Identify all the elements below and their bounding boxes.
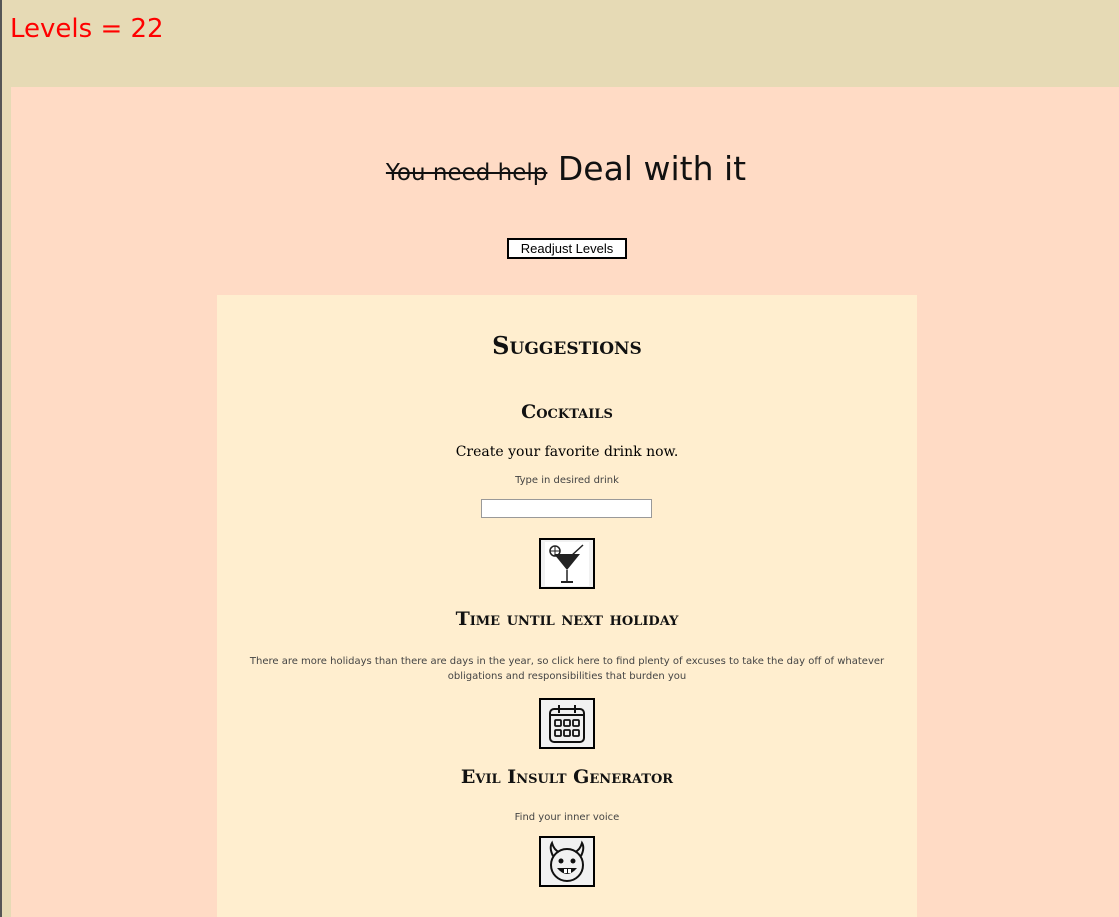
drink-input-label: Type in desired drink [515, 475, 619, 486]
insult-description: Find your inner voice [514, 812, 620, 823]
cocktail-button[interactable] [539, 538, 595, 589]
insult-button[interactable] [539, 836, 595, 887]
readjust-levels-button[interactable]: Readjust Levels [507, 238, 627, 259]
holiday-description[interactable]: There are more holidays than there are d… [237, 654, 897, 684]
insult-title: Evil Insult Generator [460, 766, 674, 788]
cocktail-icon [545, 541, 589, 586]
calendar-icon [549, 704, 585, 743]
devil-face-icon [549, 840, 585, 882]
headline: You need help Deal with it [11, 149, 1119, 188]
drink-input[interactable] [481, 499, 652, 518]
holiday-button[interactable] [539, 698, 595, 749]
levels-display: Levels = 22 [10, 14, 164, 44]
cocktails-title: Cocktails [521, 401, 613, 423]
holiday-title: Time until next holiday [455, 608, 679, 630]
cocktails-subtitle: Create your favorite drink now. [455, 444, 679, 460]
headline-struck-text: You need help [385, 160, 548, 186]
suggestions-panel: Suggestions Cocktails Create your favori… [217, 295, 917, 917]
headline-main-text: Deal with it [557, 149, 747, 188]
main-panel: You need help Deal with it Readjust Leve… [11, 87, 1119, 917]
suggestions-title: Suggestions [492, 331, 642, 360]
